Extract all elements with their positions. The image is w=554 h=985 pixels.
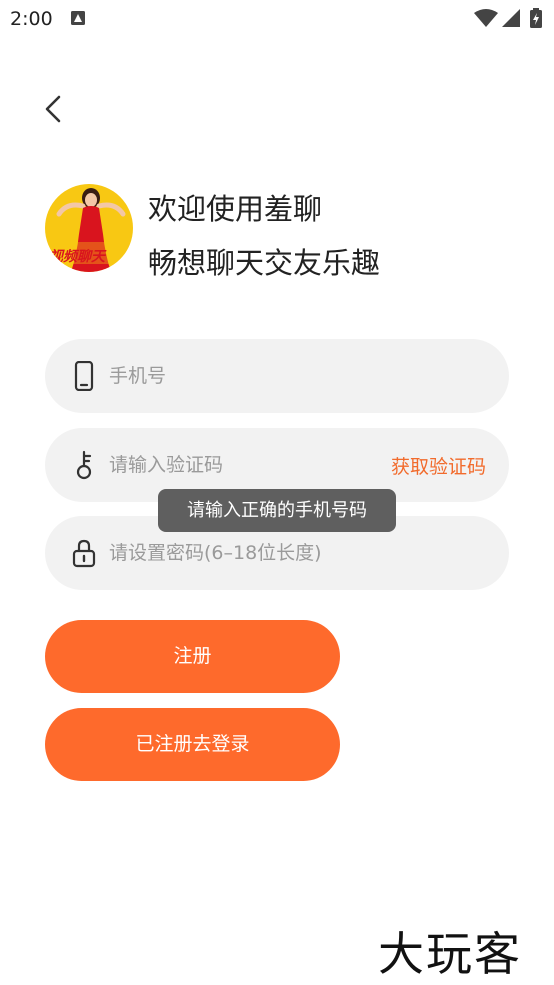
wifi-icon: [474, 9, 498, 27]
status-time: 2:00: [10, 8, 53, 30]
app-logo: 视频聊天: [45, 184, 133, 272]
phone-field[interactable]: [45, 339, 509, 413]
signal-icon: [502, 9, 520, 27]
phone-input[interactable]: [109, 339, 489, 413]
phone-icon: [74, 361, 94, 391]
register-button[interactable]: 注册: [45, 620, 340, 693]
watermark: 大玩客: [378, 927, 522, 981]
welcome-title: 欢迎使用羞聊: [148, 192, 323, 226]
logo-text: 视频聊天: [49, 249, 105, 265]
lock-icon: [72, 539, 96, 568]
status-bar: 2:00: [0, 0, 554, 40]
welcome-subtitle: 畅想聊天交友乐趣: [148, 246, 381, 280]
get-code-button[interactable]: 获取验证码: [391, 452, 486, 479]
key-icon: [76, 450, 92, 480]
go-login-button[interactable]: 已注册去登录: [45, 708, 340, 781]
notification-icon: [71, 11, 85, 25]
battery-charging-icon: [530, 8, 542, 28]
error-toast: 请输入正确的手机号码: [158, 489, 396, 532]
back-button[interactable]: [40, 94, 70, 124]
